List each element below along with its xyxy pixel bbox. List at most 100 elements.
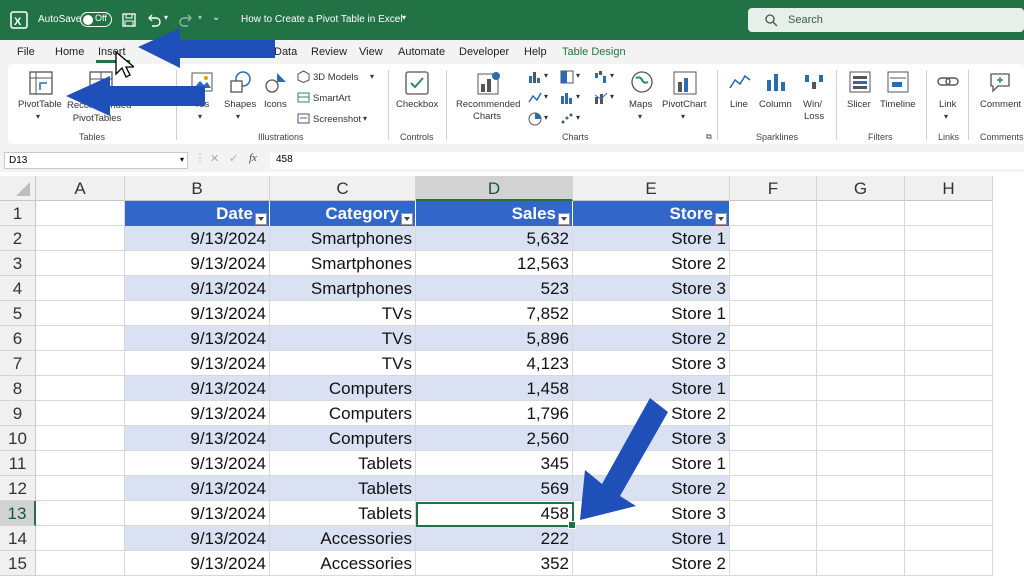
table-cell-category[interactable]: Computers	[270, 426, 416, 451]
row-header[interactable]: 8	[0, 376, 36, 401]
table-cell-store[interactable]: Store 3	[573, 426, 730, 451]
table-cell-date[interactable]: 9/13/2024	[125, 451, 270, 476]
empty-cell[interactable]	[36, 351, 125, 376]
empty-cell[interactable]	[905, 526, 993, 551]
insert-function-icon[interactable]: fx	[249, 152, 257, 164]
empty-cell[interactable]	[730, 451, 817, 476]
table-cell-category[interactable]: Accessories	[270, 551, 416, 576]
table-header-date[interactable]: Date	[125, 201, 270, 226]
tab-automate[interactable]: Automate	[398, 46, 445, 58]
tab-home[interactable]: Home	[55, 46, 84, 58]
slicer-button[interactable]: Slicer	[847, 99, 871, 110]
table-cell-sales[interactable]: 1,796	[416, 401, 573, 426]
line-chart-dropdown-icon[interactable]: ▾	[544, 92, 548, 101]
checkbox-button[interactable]: Checkbox	[396, 99, 438, 110]
empty-cell[interactable]	[730, 251, 817, 276]
table-cell-category[interactable]: Smartphones	[270, 226, 416, 251]
empty-cell[interactable]	[905, 351, 993, 376]
maps-button[interactable]: Maps	[629, 99, 652, 110]
row-header[interactable]: 9	[0, 401, 36, 426]
column-header-b[interactable]: B	[125, 176, 270, 201]
table-cell-sales[interactable]: 4,123	[416, 351, 573, 376]
statistic-chart-icon[interactable]	[560, 91, 574, 105]
tab-view[interactable]: View	[359, 46, 383, 58]
table-cell-store[interactable]: Store 3	[573, 501, 730, 526]
table-cell-category[interactable]: Computers	[270, 376, 416, 401]
table-cell-sales[interactable]: 345	[416, 451, 573, 476]
empty-cell[interactable]	[730, 526, 817, 551]
empty-cell[interactable]	[905, 376, 993, 401]
empty-cell[interactable]	[905, 326, 993, 351]
tab-help[interactable]: Help	[524, 46, 547, 58]
empty-cell[interactable]	[36, 501, 125, 526]
line-chart-icon[interactable]	[528, 91, 542, 105]
smartart-button[interactable]: SmartArt	[313, 93, 350, 104]
empty-cell[interactable]	[36, 251, 125, 276]
table-cell-category[interactable]: Tablets	[270, 476, 416, 501]
empty-cell[interactable]	[730, 201, 817, 226]
empty-cell[interactable]	[905, 501, 993, 526]
table-cell-category[interactable]: TVs	[270, 301, 416, 326]
redo-dropdown-icon[interactable]: ▾	[198, 13, 202, 22]
screenshot-dropdown-icon[interactable]: ▾	[363, 114, 367, 123]
table-cell-sales[interactable]: 5,896	[416, 326, 573, 351]
row-header[interactable]: 3	[0, 251, 36, 276]
scatter-chart-icon[interactable]	[560, 112, 574, 126]
table-cell-sales[interactable]: 7,852	[416, 301, 573, 326]
tab-data[interactable]: Data	[274, 46, 297, 58]
statistic-chart-dropdown-icon[interactable]: ▾	[576, 92, 580, 101]
empty-cell[interactable]	[36, 426, 125, 451]
empty-cell[interactable]	[817, 426, 905, 451]
name-box[interactable]: D13 ▾	[4, 152, 188, 169]
empty-cell[interactable]	[817, 451, 905, 476]
table-cell-sales[interactable]: 222	[416, 526, 573, 551]
table-cell-category[interactable]: Tablets	[270, 501, 416, 526]
tab-file[interactable]: File	[17, 46, 35, 58]
name-box-dropdown-icon[interactable]: ▾	[180, 155, 184, 164]
table-cell-store[interactable]: Store 2	[573, 251, 730, 276]
table-cell-store[interactable]: Store 1	[573, 376, 730, 401]
empty-cell[interactable]	[36, 276, 125, 301]
table-cell-store[interactable]: Store 1	[573, 301, 730, 326]
pie-chart-icon[interactable]	[528, 112, 542, 126]
empty-cell[interactable]	[36, 301, 125, 326]
pictures-button[interactable]: res	[196, 99, 209, 110]
row-header[interactable]: 14	[0, 526, 36, 551]
empty-cell[interactable]	[817, 501, 905, 526]
table-cell-date[interactable]: 9/13/2024	[125, 501, 270, 526]
pivottable-dropdown-icon[interactable]: ▾	[36, 112, 40, 121]
row-header[interactable]: 13	[0, 501, 36, 526]
timeline-button[interactable]: Timeline	[880, 99, 916, 110]
column-header-c[interactable]: C	[270, 176, 416, 201]
table-cell-store[interactable]: Store 2	[573, 476, 730, 501]
combo-chart-dropdown-icon[interactable]: ▾	[610, 92, 614, 101]
table-cell-store[interactable]: Store 1	[573, 526, 730, 551]
column-header-d[interactable]: D	[416, 176, 573, 201]
row-header[interactable]: 11	[0, 451, 36, 476]
empty-cell[interactable]	[730, 551, 817, 576]
undo-icon[interactable]	[146, 12, 162, 28]
redo-icon[interactable]	[178, 12, 194, 28]
empty-cell[interactable]	[36, 226, 125, 251]
waterfall-chart-dropdown-icon[interactable]: ▾	[610, 71, 614, 80]
search-box[interactable]: Search	[748, 8, 1024, 32]
empty-cell[interactable]	[817, 326, 905, 351]
empty-cell[interactable]	[36, 376, 125, 401]
table-cell-category[interactable]: Computers	[270, 401, 416, 426]
empty-cell[interactable]	[730, 301, 817, 326]
table-cell-date[interactable]: 9/13/2024	[125, 401, 270, 426]
column-header-f[interactable]: F	[730, 176, 817, 201]
empty-cell[interactable]	[905, 251, 993, 276]
empty-cell[interactable]	[817, 551, 905, 576]
empty-cell[interactable]	[36, 326, 125, 351]
row-header[interactable]: 5	[0, 301, 36, 326]
shapes-button[interactable]: Shapes	[224, 99, 256, 110]
table-cell-category[interactable]: Smartphones	[270, 251, 416, 276]
table-cell-store[interactable]: Store 3	[573, 351, 730, 376]
empty-cell[interactable]	[817, 476, 905, 501]
empty-cell[interactable]	[817, 251, 905, 276]
empty-cell[interactable]	[730, 401, 817, 426]
pivotchart-button[interactable]: PivotChart	[662, 99, 706, 110]
table-cell-sales[interactable]: 5,632	[416, 226, 573, 251]
table-cell-category[interactable]: Smartphones	[270, 276, 416, 301]
